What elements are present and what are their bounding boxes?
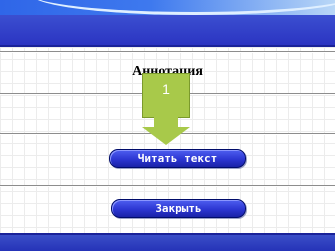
close-button[interactable]: Закрыть <box>111 199 246 218</box>
divider-lower <box>0 185 335 187</box>
header-band <box>0 15 335 47</box>
step-callout: 1 <box>142 73 190 145</box>
bottom-bar <box>0 233 335 251</box>
top-decor-bar <box>0 0 335 15</box>
divider-top <box>0 51 335 53</box>
read-text-button[interactable]: Читать текст <box>109 149 246 168</box>
step-number-badge: 1 <box>142 73 190 118</box>
arrow-down-icon <box>142 127 190 145</box>
top-decor-curve <box>30 0 335 15</box>
